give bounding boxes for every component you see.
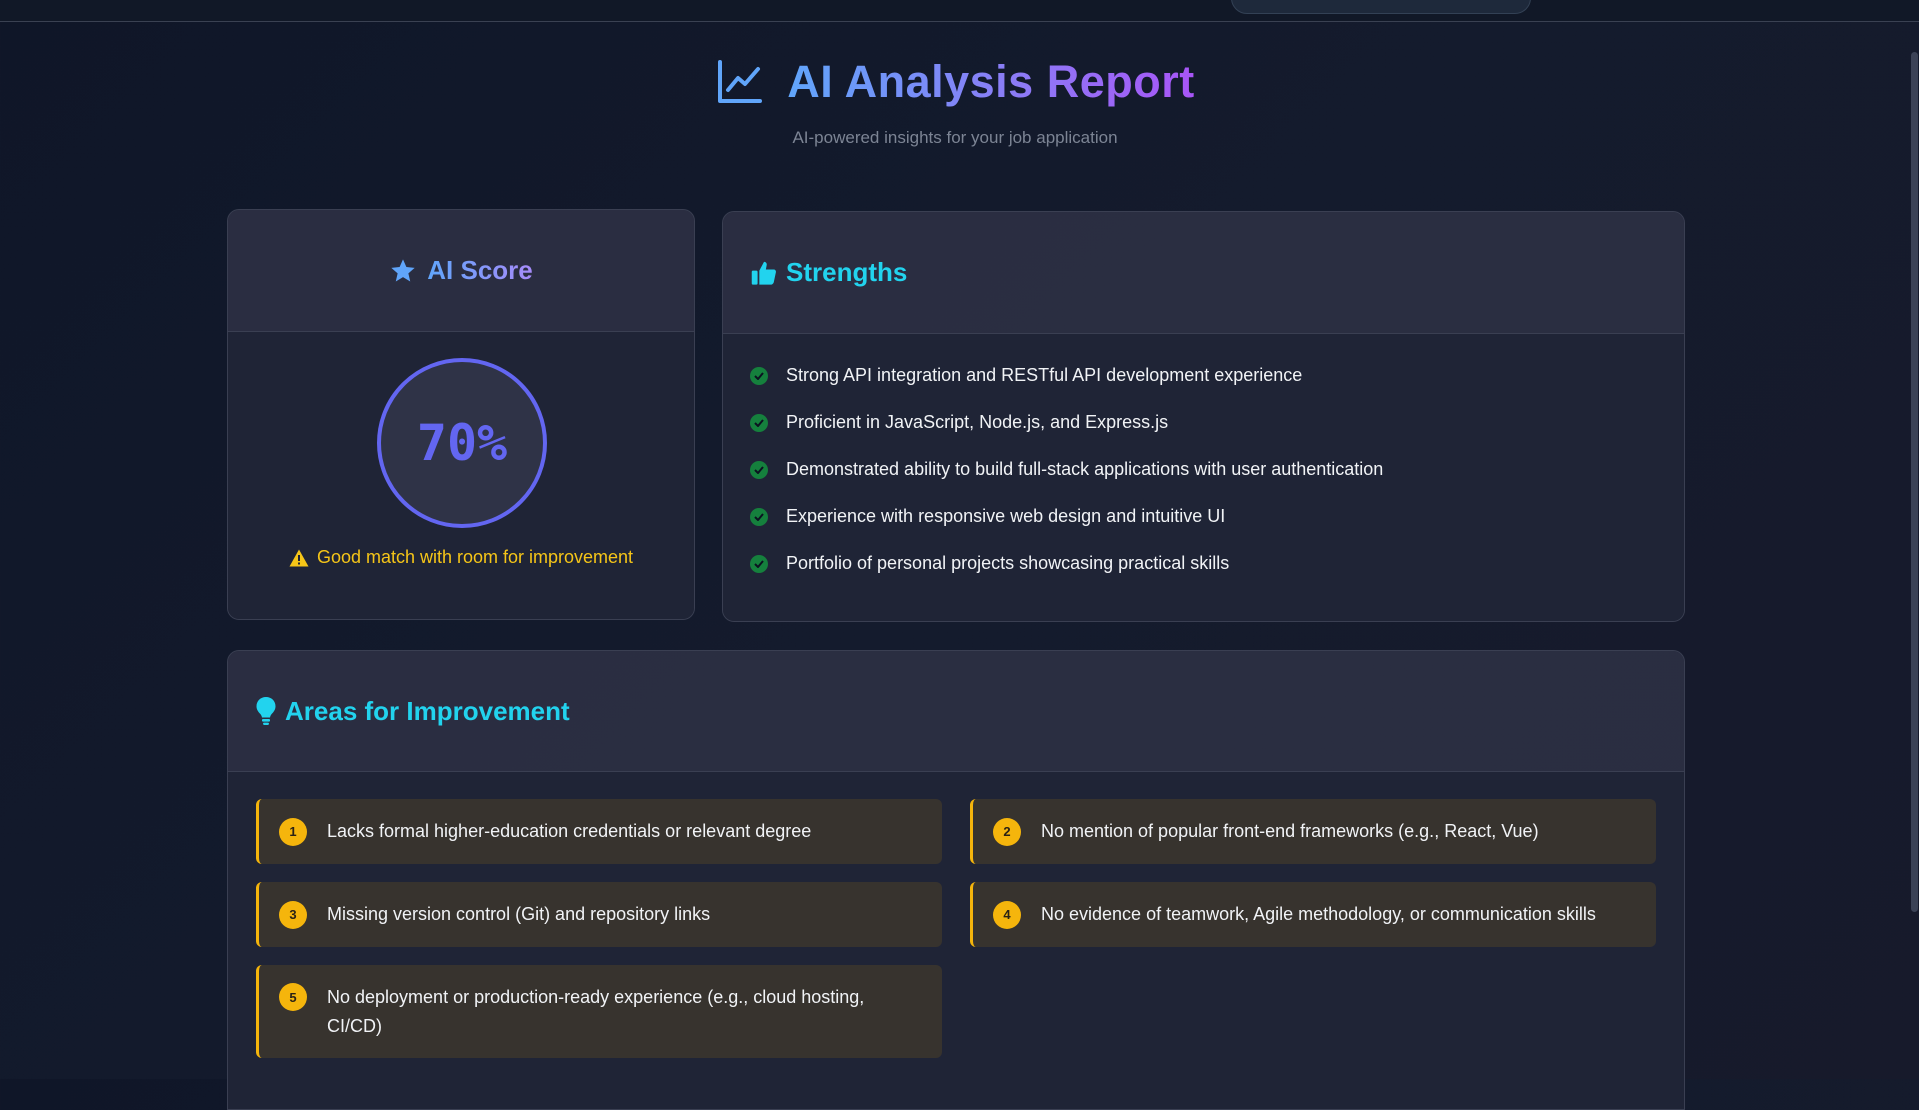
improvements-card-header: Areas for Improvement	[228, 651, 1684, 772]
improvement-text: No mention of popular front-end framewor…	[1041, 821, 1539, 841]
improvement-number: 3	[279, 900, 307, 929]
list-item: Experience with responsive web design an…	[723, 493, 1684, 540]
improvement-text: Lacks formal higher-education credential…	[327, 821, 812, 841]
improvement-number: 2	[993, 817, 1021, 846]
improvement-number: 1	[279, 817, 307, 846]
check-circle-icon	[750, 366, 768, 385]
list-item: Proficient in JavaScript, Node.js, and E…	[723, 399, 1684, 446]
star-icon	[391, 258, 415, 281]
strengths-list: Strong API integration and RESTful API d…	[723, 334, 1684, 621]
improvement-number: 4	[993, 900, 1021, 929]
strength-text: Demonstrated ability to build full-stack…	[786, 459, 1384, 479]
improvement-text: No deployment or production-ready experi…	[327, 986, 865, 1036]
lightbulb-icon	[256, 697, 276, 725]
list-item: Demonstrated ability to build full-stack…	[723, 446, 1684, 493]
score-note-text: Good match with room for improvement	[316, 547, 634, 567]
scrollbar[interactable]	[1910, 0, 1919, 1079]
score-value: 70%	[416, 414, 508, 472]
improvement-item: 4 No evidence of teamwork, Agile methodo…	[970, 882, 1656, 947]
improvement-item: 5 No deployment or production-ready expe…	[256, 965, 942, 1058]
chart-line-icon	[718, 60, 763, 103]
strength-text: Proficient in JavaScript, Node.js, and E…	[786, 412, 1169, 432]
top-navbar	[0, 0, 1919, 22]
thumbs-up-icon	[751, 261, 776, 285]
scrollbar-thumb[interactable]	[1911, 52, 1918, 912]
check-circle-icon	[750, 507, 768, 526]
improvement-item: 2 No mention of popular front-end framew…	[970, 799, 1656, 864]
list-item: Strong API integration and RESTful API d…	[723, 352, 1684, 399]
strengths-card-header: Strengths	[723, 212, 1684, 334]
strengths-card: Strengths Strong API integration and RES…	[722, 211, 1685, 622]
check-circle-icon	[750, 460, 768, 479]
improvement-number: 5	[279, 983, 307, 1011]
improvement-text: Missing version control (Git) and reposi…	[327, 904, 711, 924]
score-note: Good match with room for improvement	[228, 547, 694, 568]
improvement-text: No evidence of teamwork, Agile methodolo…	[1041, 904, 1596, 924]
check-circle-icon	[750, 413, 768, 432]
check-circle-icon	[750, 554, 768, 573]
improvement-item: 1 Lacks formal higher-education credenti…	[256, 799, 942, 864]
improvements-card: Areas for Improvement 1 Lacks formal hig…	[227, 650, 1685, 1110]
report-header: AI Analysis Report AI-powered insights f…	[0, 56, 1910, 148]
improvements-heading: Areas for Improvement	[285, 695, 570, 726]
strength-text: Portfolio of personal projects showcasin…	[786, 553, 1230, 573]
page-title: AI Analysis Report	[787, 56, 1195, 107]
navbar-search-pill[interactable]	[1231, 0, 1531, 14]
ai-score-body: 70% Good match with room for improvement	[228, 332, 694, 619]
list-item: Portfolio of personal projects showcasin…	[723, 540, 1684, 587]
page-subtitle: AI-powered insights for your job applica…	[792, 128, 1118, 147]
score-ring: 70%	[377, 358, 547, 528]
ai-score-card: AI Score 70% Good match with room for im…	[227, 209, 695, 620]
warning-icon	[289, 549, 309, 566]
strengths-heading: Strengths	[786, 257, 908, 287]
strength-text: Strong API integration and RESTful API d…	[786, 365, 1303, 385]
strength-text: Experience with responsive web design an…	[786, 506, 1226, 526]
improvement-item: 3 Missing version control (Git) and repo…	[256, 882, 942, 947]
improvements-list: 1 Lacks formal higher-education credenti…	[228, 772, 1684, 1109]
ai-score-heading: AI Score	[427, 255, 533, 285]
ai-score-card-header: AI Score	[228, 210, 694, 332]
